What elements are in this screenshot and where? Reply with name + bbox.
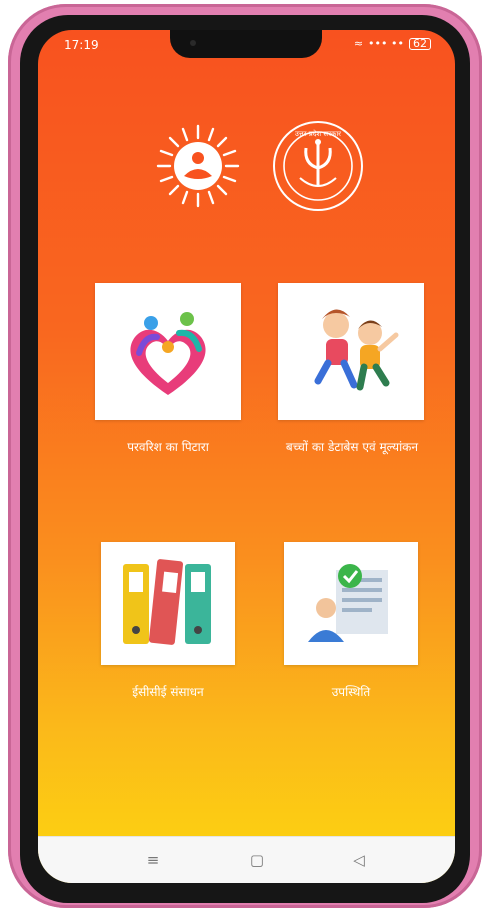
signal-icon: ••• •• xyxy=(368,37,404,50)
menu-card-children-database[interactable] xyxy=(278,283,424,420)
system-icons: ≈ ••• •• 62 xyxy=(354,37,431,50)
status-bar: 17:19 ≈ ••• •• 62 xyxy=(38,36,455,58)
icds-emblem-icon xyxy=(156,124,240,208)
menu-card-parvarish[interactable] xyxy=(95,283,241,420)
system-navbar: ≡ ▢ ◁ xyxy=(38,836,455,883)
menu-nav-icon[interactable]: ≡ xyxy=(142,849,164,871)
up-government-seal-icon: उत्तर प्रदेश सरकार xyxy=(273,121,363,211)
status-time: 17:19 xyxy=(64,38,99,52)
home-nav-icon[interactable]: ▢ xyxy=(246,849,268,871)
attendance-check-icon xyxy=(308,564,388,642)
menu-label-parvarish[interactable]: परवरिश का पिटारा xyxy=(95,436,241,458)
binders-icon xyxy=(123,559,211,645)
menu-label-children-database[interactable]: बच्चों का डेटाबेस एवं मूल्यांकन xyxy=(272,436,432,458)
header-logos: उत्तर प्रदेश सरकार xyxy=(38,118,455,218)
menu-card-attendance[interactable] xyxy=(284,542,418,665)
app-screen: 17:19 ≈ ••• •• 62 उत्तर प्रदेश सरकार परव… xyxy=(38,30,455,883)
seal-text: उत्तर प्रदेश सरकार xyxy=(295,129,341,138)
menu-label-attendance[interactable]: उपस्थिति xyxy=(278,681,424,703)
menu-card-ecce-resources[interactable] xyxy=(101,542,235,665)
family-heart-icon xyxy=(130,312,206,395)
wifi-icon: ≈ xyxy=(353,37,364,50)
back-nav-icon[interactable]: ◁ xyxy=(348,849,370,871)
battery-icon: 62 xyxy=(409,37,431,50)
children-playing-icon xyxy=(314,309,399,391)
menu-label-ecce-resources[interactable]: ईसीसीई संसाधन xyxy=(95,681,241,703)
